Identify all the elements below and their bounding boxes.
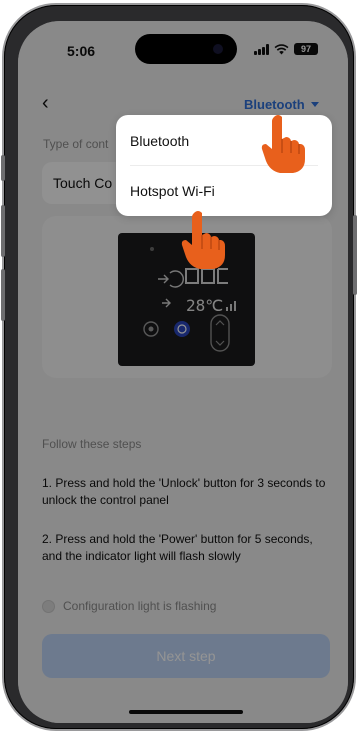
action-button bbox=[1, 155, 5, 181]
phone-screen: 5:06 97 ‹ Bluetooth Type of cont Touch C… bbox=[18, 21, 348, 723]
dropdown-option-bluetooth[interactable]: Bluetooth bbox=[130, 133, 189, 149]
hand-pointer-icon bbox=[181, 211, 225, 269]
volume-down-button bbox=[1, 269, 5, 321]
power-button bbox=[353, 215, 357, 295]
dropdown-option-hotspot-wifi[interactable]: Hotspot Wi-Fi bbox=[130, 183, 215, 199]
volume-up-button bbox=[1, 205, 5, 257]
hand-pointer-icon bbox=[261, 115, 305, 173]
phone-frame: 5:06 97 ‹ Bluetooth Type of cont Touch C… bbox=[1, 5, 357, 729]
